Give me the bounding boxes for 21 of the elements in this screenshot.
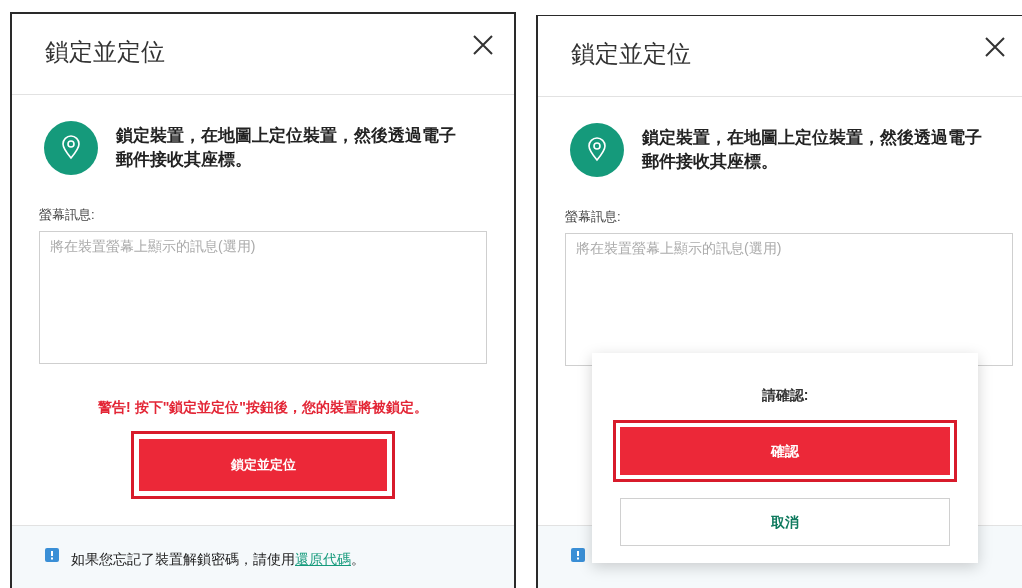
info-icon xyxy=(571,548,585,562)
footer-text: 如果您忘記了裝置解鎖密碼，請使用還原代碼。 xyxy=(71,549,365,569)
message-field[interactable]: 將在裝置螢幕上顯示的訊息(選用) xyxy=(565,232,1013,366)
description-text: 鎖定裝置，在地圖上定位裝置，然後透過電子郵件接收其座標。 xyxy=(116,125,457,171)
location-pin-icon xyxy=(570,123,624,177)
dialog-title: 鎖定並定位 xyxy=(571,42,691,66)
info-icon xyxy=(45,548,59,562)
close-icon[interactable] xyxy=(472,34,494,56)
location-pin-icon xyxy=(44,121,98,175)
dialog-title: 鎖定並定位 xyxy=(45,40,165,64)
cancel-button[interactable]: 取消 xyxy=(620,498,950,546)
description-text: 鎖定裝置，在地圖上定位裝置，然後透過電子郵件接收其座標。 xyxy=(642,127,983,173)
warning-text: 警告! 按下"鎖定並定位"按鈕後，您的裝置將被鎖定。 xyxy=(98,397,428,417)
lock-and-locate-button[interactable]: 鎖定並定位 xyxy=(139,438,387,491)
field-label: 螢幕訊息: xyxy=(39,206,95,224)
restore-code-link[interactable]: 還原代碼 xyxy=(295,550,351,567)
field-label: 螢幕訊息: xyxy=(565,208,621,226)
confirm-button[interactable]: 確認 xyxy=(620,427,950,475)
message-field[interactable]: 將在裝置螢幕上顯示的訊息(選用) xyxy=(39,230,487,364)
close-icon[interactable] xyxy=(984,36,1006,58)
popup-title: 請確認: xyxy=(761,386,809,405)
